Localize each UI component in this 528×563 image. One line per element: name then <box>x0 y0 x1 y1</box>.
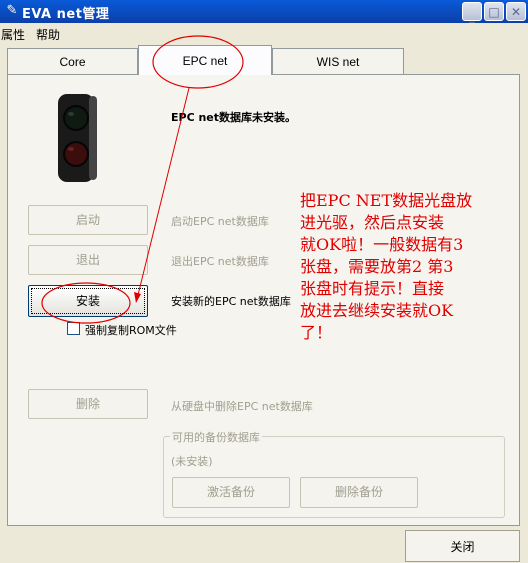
close-button[interactable]: 关闭 <box>405 530 520 562</box>
install-button[interactable]: 安装 <box>28 285 148 317</box>
exit-description: 退出EPC net数据库 <box>171 255 269 268</box>
status-message: EPC net数据库未安装。 <box>171 111 297 124</box>
tab-core[interactable]: Core <box>7 48 138 74</box>
wrench-icon: ✎ <box>6 3 18 18</box>
close-window-button[interactable]: ✕ <box>506 2 526 21</box>
delete-button[interactable]: 删除 <box>28 389 148 419</box>
delete-backup-button[interactable]: 删除备份 <box>300 477 418 508</box>
backup-state: (未安装) <box>171 455 213 468</box>
menu-bar: 属性 帮助 <box>0 23 528 43</box>
exit-button[interactable]: 退出 <box>28 245 148 275</box>
traffic-light-icon <box>58 94 97 182</box>
close-icon: ✕ <box>510 5 522 19</box>
menu-help[interactable]: 帮助 <box>36 26 60 43</box>
minimize-icon: _ <box>469 9 475 23</box>
tab-wis-net[interactable]: WIS net <box>272 48 404 74</box>
start-button[interactable]: 启动 <box>28 205 148 235</box>
title-bar: ✎ EVA net管理 _ □ ✕ <box>0 0 528 23</box>
activate-backup-button[interactable]: 激活备份 <box>172 477 290 508</box>
annotation-line: 进光驱，然后点安装 <box>300 213 445 232</box>
maximize-button[interactable]: □ <box>484 2 504 21</box>
annotation-line: 张盘，需要放第2 第3 <box>300 257 454 276</box>
force-copy-checkbox[interactable] <box>67 322 80 335</box>
maximize-icon: □ <box>488 5 500 19</box>
install-description: 安装新的EPC net数据库 <box>171 295 291 308</box>
backup-group-legend: 可用的备份数据库 <box>170 429 262 445</box>
start-description: 启动EPC net数据库 <box>171 215 269 228</box>
annotation-line: 张盘时有提示！直接 <box>300 279 445 298</box>
annotation-line: 放进去继续安装就OK <box>300 301 454 320</box>
window-title: EVA net管理 <box>22 7 110 22</box>
minimize-button[interactable]: _ <box>462 2 482 23</box>
force-copy-label: 强制复制ROM文件 <box>85 324 177 337</box>
annotation-line: 把EPC NET数据光盘放 <box>300 191 473 210</box>
menu-properties[interactable]: 属性 <box>1 26 25 43</box>
delete-description: 从硬盘中删除EPC net数据库 <box>171 400 313 413</box>
annotation-line: 就OK啦！一般数据有3 <box>300 235 464 254</box>
annotation-line: 了！ <box>300 323 333 342</box>
tab-epc-net[interactable]: EPC net <box>138 45 272 75</box>
annotation-text: 把EPC NET数据光盘放 进光驱，然后点安装 就OK啦！一般数据有3 张盘，需… <box>300 190 500 344</box>
